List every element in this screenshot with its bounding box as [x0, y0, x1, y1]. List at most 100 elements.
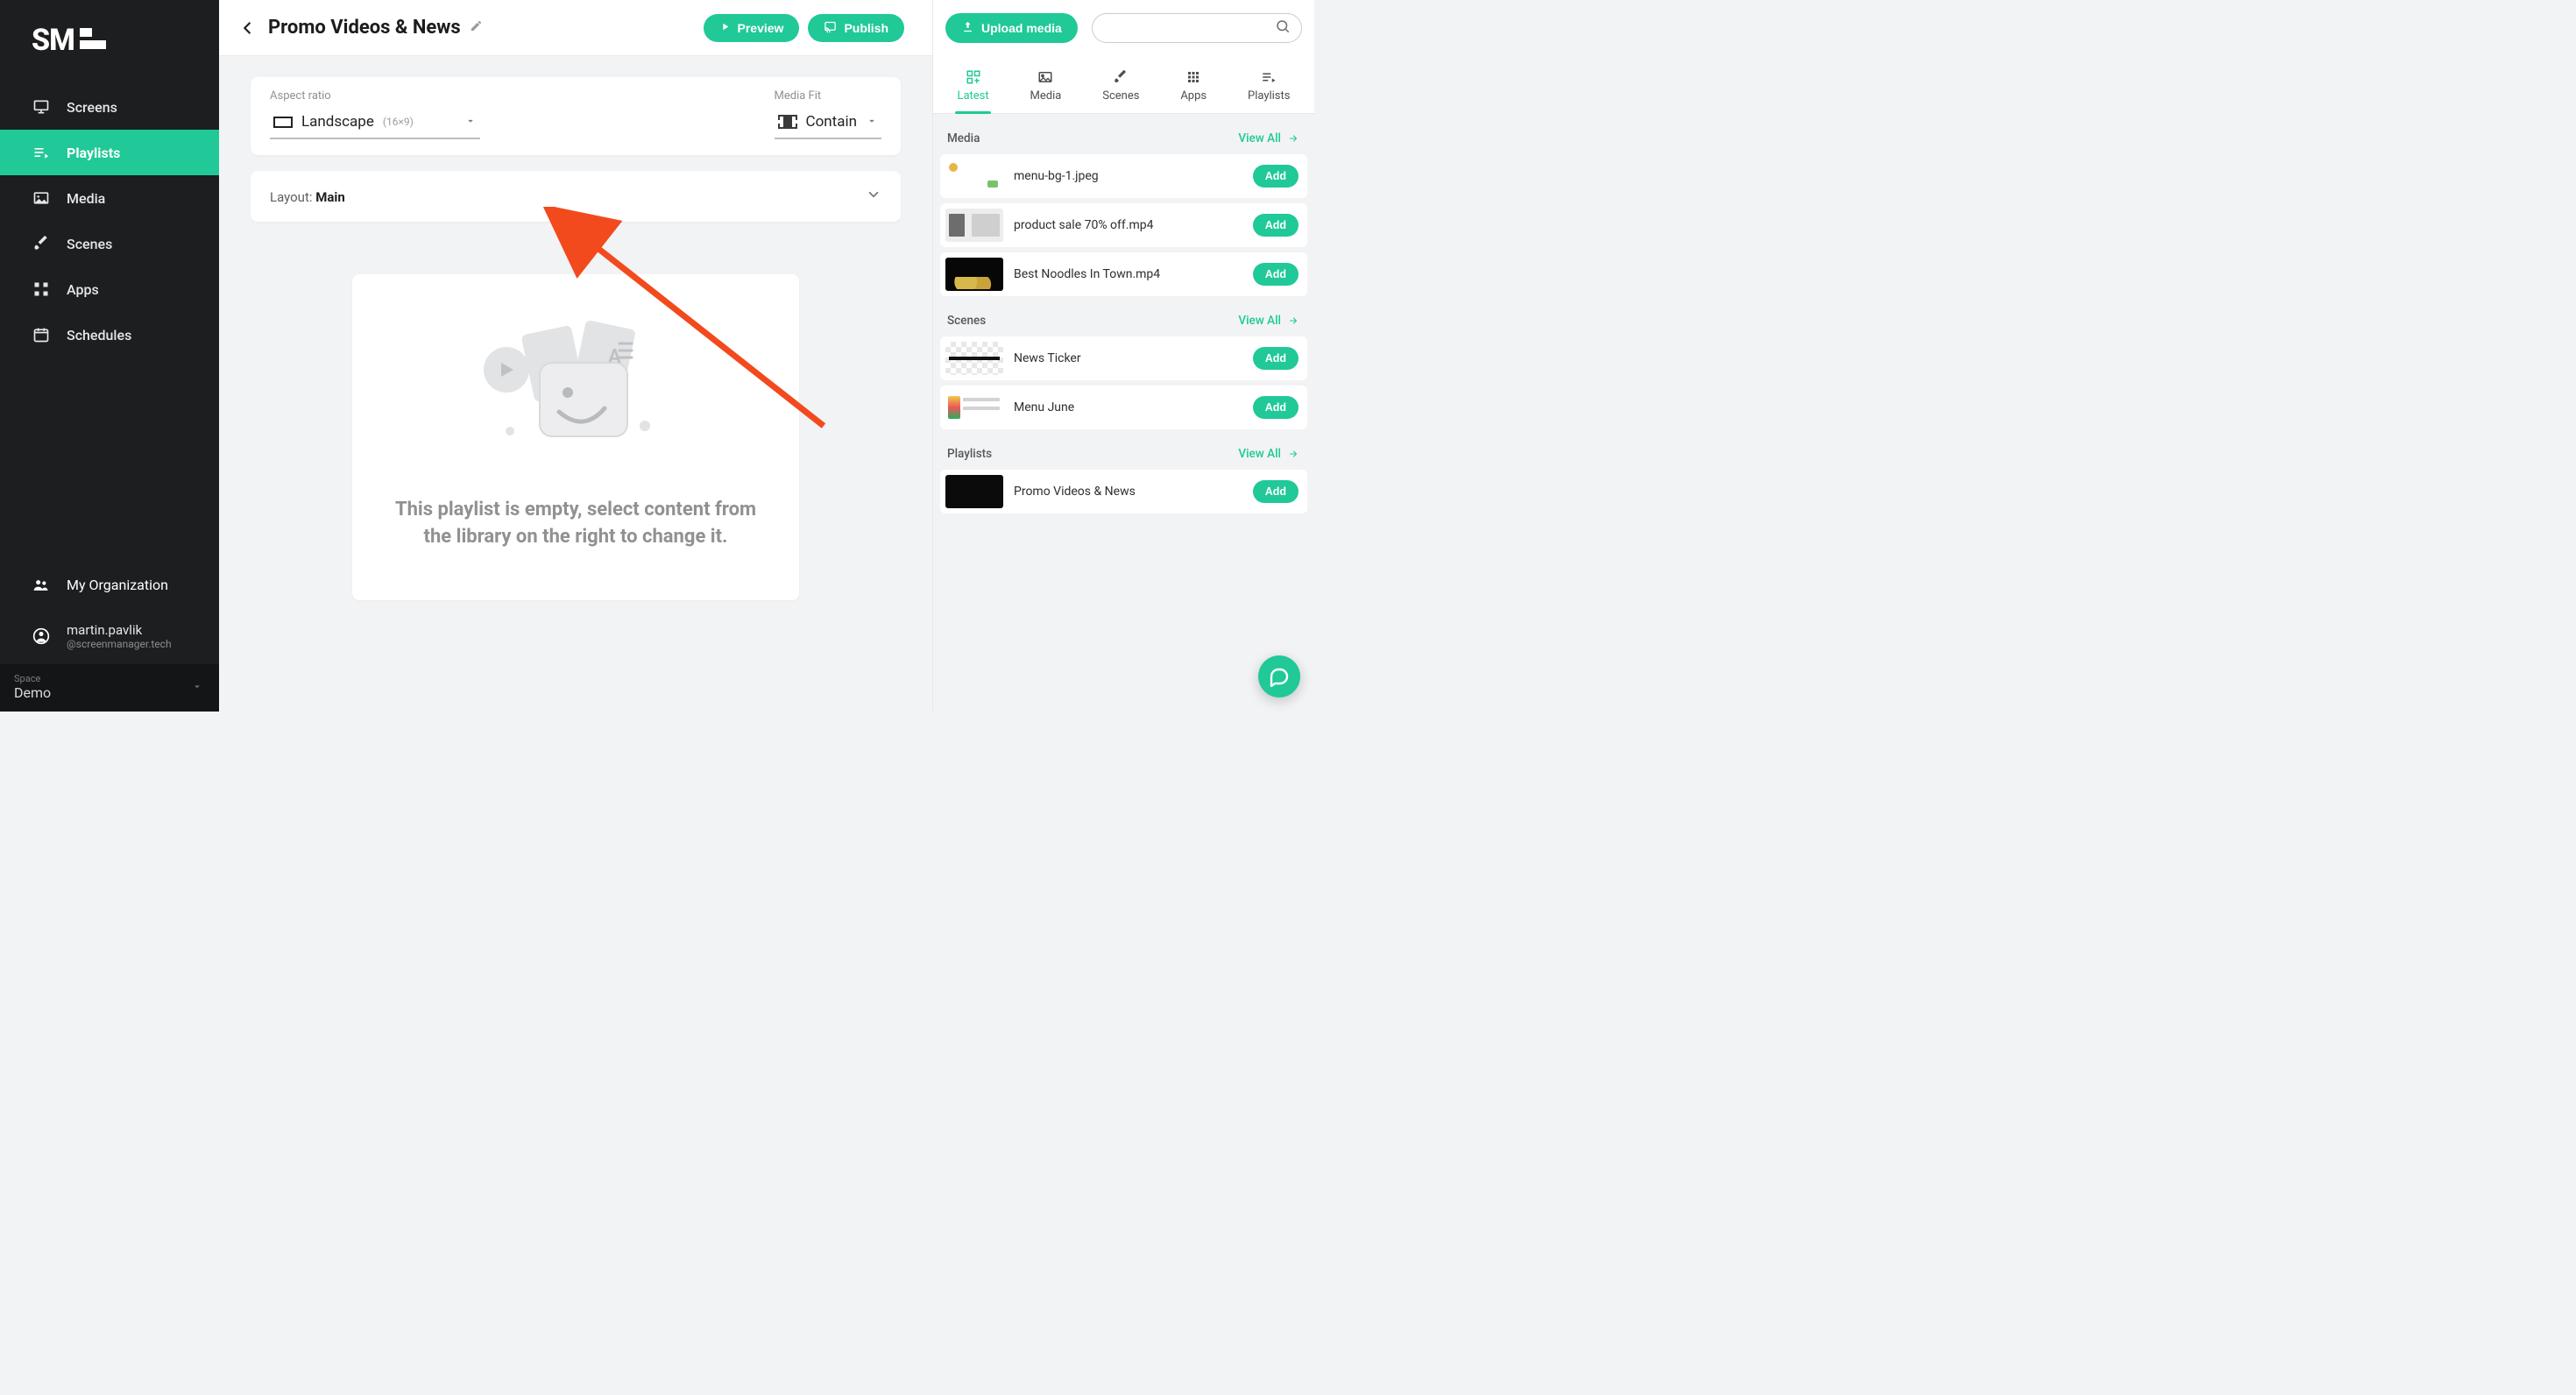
preview-button[interactable]: Preview [704, 14, 800, 42]
add-button[interactable]: Add [1253, 480, 1299, 503]
aspect-ratio-dropdown[interactable]: Landscape (16×9) [270, 108, 480, 139]
sidebar-item-user[interactable]: martin.pavlik @screenmanager.tech [0, 608, 219, 664]
item-name: product sale 70% off.mp4 [1014, 218, 1242, 232]
chevron-down-icon [191, 680, 203, 697]
library-item: News Ticker Add [940, 336, 1307, 380]
fit-value: Contain [806, 113, 857, 131]
tab-media[interactable]: Media [1022, 60, 1071, 113]
sidebar-item-apps[interactable]: Apps [0, 266, 219, 312]
landscape-icon [273, 117, 293, 128]
user-email: @screenmanager.tech [67, 638, 172, 650]
app-root: SM Screens Playlists Media [0, 0, 1314, 712]
search-input[interactable] [1107, 21, 1275, 35]
tab-latest[interactable]: Latest [948, 60, 997, 113]
brush-icon [1113, 68, 1129, 86]
content: Aspect ratio Landscape (16×9) Media Fit [219, 56, 932, 712]
brand-name: SM [32, 23, 74, 58]
monitor-icon [32, 98, 51, 116]
tab-playlists[interactable]: Playlists [1239, 60, 1299, 113]
user-circle-icon [32, 627, 51, 645]
item-name: Best Noodles In Town.mp4 [1014, 267, 1242, 281]
chat-widget-button[interactable] [1258, 655, 1300, 698]
apps-grid-icon [32, 280, 51, 298]
layout-prefix: Layout: [270, 189, 315, 205]
people-icon [32, 577, 51, 594]
section-playlists: Playlists View All Promo Videos & News A… [933, 447, 1314, 513]
sidebar-item-scenes[interactable]: Scenes [0, 221, 219, 266]
user-name: martin.pavlik [67, 622, 172, 638]
back-button[interactable] [230, 11, 265, 46]
item-name: menu-bg-1.jpeg [1014, 169, 1242, 183]
grid-plus-icon [966, 68, 981, 86]
sidebar-item-media[interactable]: Media [0, 175, 219, 221]
aspect-ratio-field: Aspect ratio Landscape (16×9) [270, 89, 480, 139]
view-all-media[interactable]: View All [1238, 131, 1300, 145]
layout-card[interactable]: Layout: Main [251, 171, 901, 222]
image-icon [32, 189, 51, 207]
chevron-down-icon [866, 187, 881, 206]
chevron-down-icon [464, 114, 477, 131]
aspect-value: Landscape [301, 113, 374, 131]
upload-media-button[interactable]: Upload media [945, 13, 1078, 43]
edit-title-button[interactable] [470, 19, 483, 36]
image-icon [1037, 68, 1053, 86]
sidebar-item-screens[interactable]: Screens [0, 84, 219, 130]
sidebar-item-label: Playlists [67, 145, 120, 161]
header: Promo Videos & News Preview Publish [219, 0, 932, 56]
aspect-label: Aspect ratio [270, 89, 480, 103]
space-value: Demo [14, 684, 205, 701]
add-button[interactable]: Add [1253, 165, 1299, 188]
cast-icon [824, 20, 837, 36]
sidebar-item-schedules[interactable]: Schedules [0, 312, 219, 358]
search-wrap [1092, 13, 1302, 43]
media-fit-dropdown[interactable]: Contain [775, 108, 881, 139]
playlist-icon [32, 144, 51, 161]
thumbnail [945, 342, 1003, 375]
item-name: Promo Videos & News [1014, 485, 1242, 499]
section-title: Playlists [947, 447, 992, 461]
library-tabs: Latest Media Scenes Apps Playlists [933, 56, 1314, 114]
upload-icon [961, 20, 974, 36]
view-all-playlists[interactable]: View All [1238, 447, 1300, 461]
sidebar: SM Screens Playlists Media [0, 0, 219, 712]
library-panel: Upload media Latest Media Scenes [932, 0, 1314, 712]
chevron-down-icon [866, 114, 878, 131]
space-selector[interactable]: Space Demo [0, 664, 219, 712]
library-item: menu-bg-1.jpeg Add [940, 154, 1307, 198]
brand-mark-icon [80, 28, 110, 49]
add-button[interactable]: Add [1253, 347, 1299, 370]
apps-grid-icon [1185, 68, 1201, 86]
tab-apps[interactable]: Apps [1171, 60, 1215, 113]
media-fit-field: Media Fit Contain [775, 89, 881, 139]
add-button[interactable]: Add [1253, 263, 1299, 286]
library-toolbar: Upload media [933, 0, 1314, 56]
org-label: My Organization [67, 577, 168, 593]
contain-icon [778, 115, 797, 129]
section-title: Scenes [947, 314, 986, 328]
thumbnail [945, 391, 1003, 424]
library-body: Media View All menu-bg-1.jpeg Add produc… [933, 114, 1314, 712]
empty-illustration-icon: A [382, 304, 769, 471]
section-title: Media [947, 131, 980, 145]
sidebar-item-playlists[interactable]: Playlists [0, 130, 219, 175]
thumbnail [945, 475, 1003, 508]
publish-button[interactable]: Publish [808, 14, 904, 42]
sidebar-item-label: Screens [67, 99, 117, 116]
tab-scenes[interactable]: Scenes [1093, 60, 1148, 113]
space-label: Space [14, 673, 205, 684]
sidebar-item-organization[interactable]: My Organization [0, 563, 219, 608]
sidebar-bottom: My Organization martin.pavlik @screenman… [0, 563, 219, 712]
playlist-icon [1261, 68, 1277, 86]
thumbnail [945, 209, 1003, 242]
search-icon [1275, 18, 1291, 38]
item-name: Menu June [1014, 400, 1242, 414]
playlist-settings-card: Aspect ratio Landscape (16×9) Media Fit [251, 77, 901, 155]
thumbnail [945, 159, 1003, 193]
add-button[interactable]: Add [1253, 396, 1299, 419]
main: Promo Videos & News Preview Publish [219, 0, 932, 712]
library-item: Promo Videos & News Add [940, 470, 1307, 513]
view-all-scenes[interactable]: View All [1238, 314, 1300, 328]
library-item: Menu June Add [940, 386, 1307, 429]
aspect-meta: (16×9) [383, 116, 414, 128]
add-button[interactable]: Add [1253, 214, 1299, 237]
